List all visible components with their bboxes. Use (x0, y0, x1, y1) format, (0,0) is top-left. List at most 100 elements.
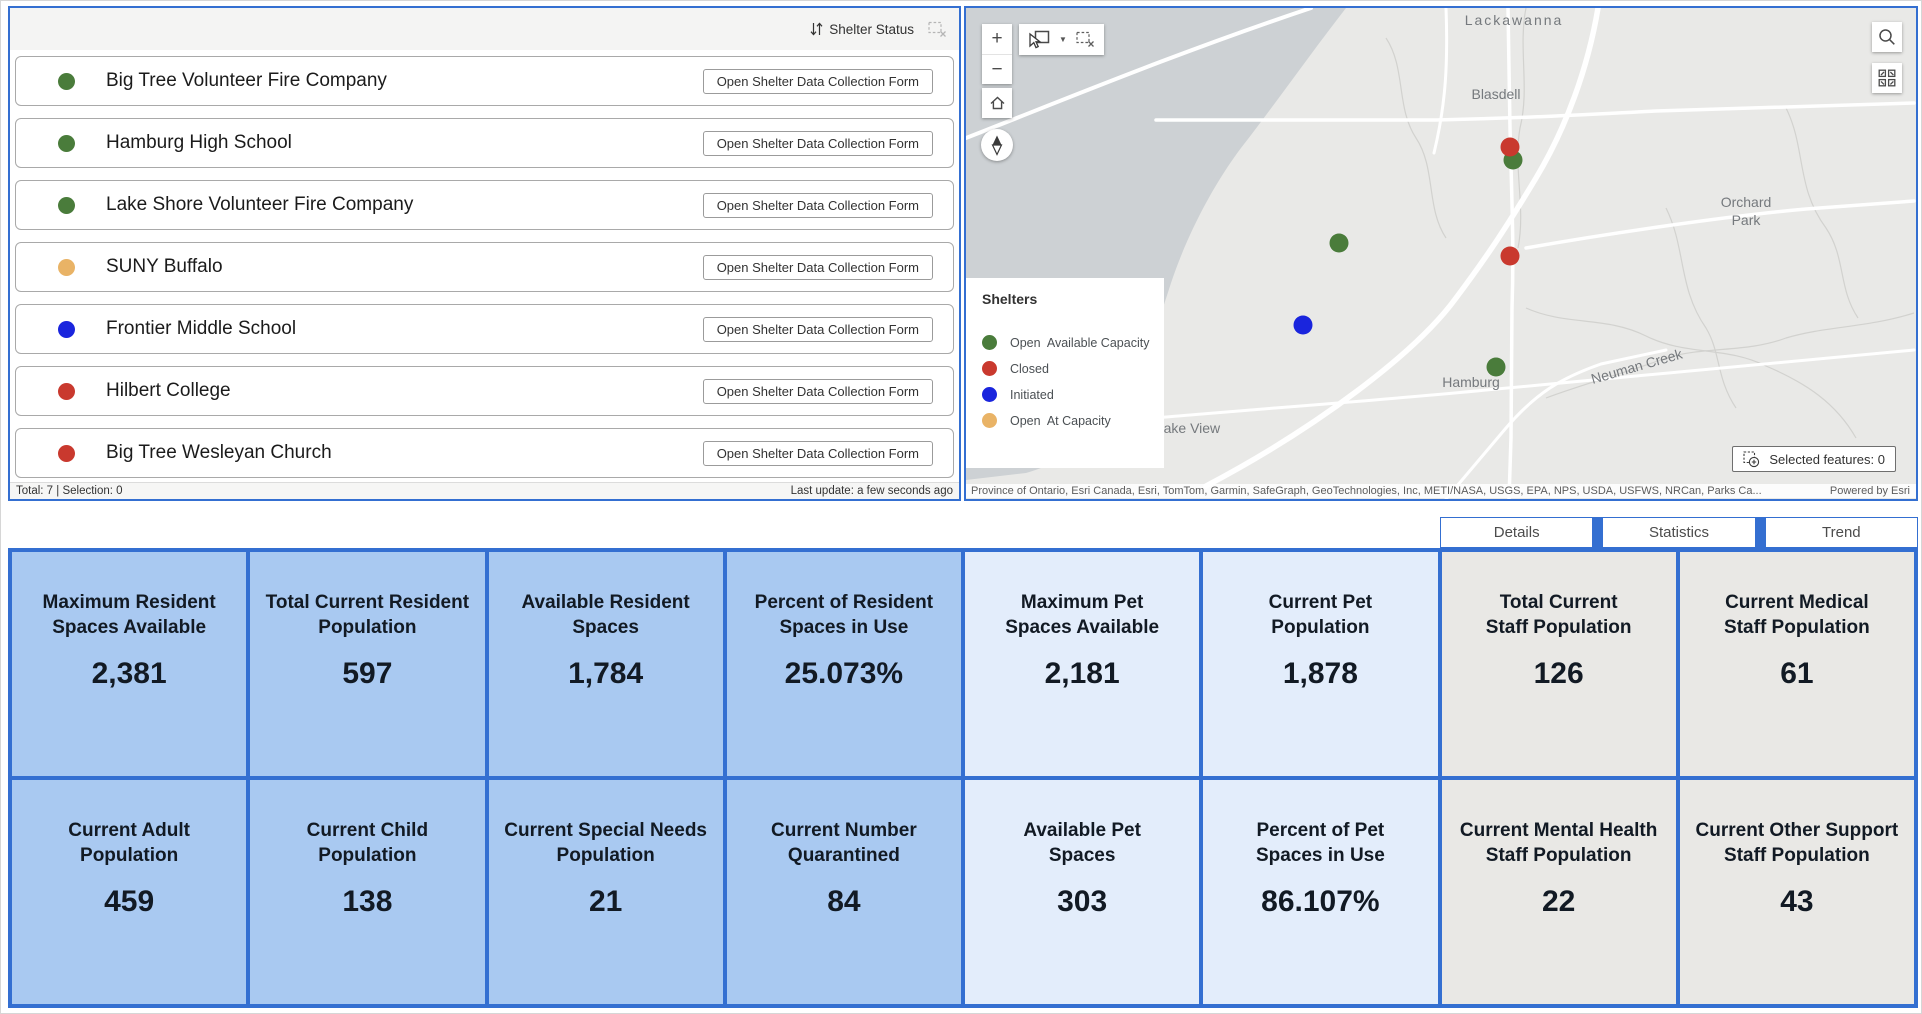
stat-value: 138 (342, 885, 392, 919)
shelter-name: SUNY Buffalo (106, 256, 223, 278)
stat-value: 2,381 (92, 657, 167, 691)
stat-label: Current Adult Population (68, 818, 190, 868)
open-shelter-form-button[interactable]: Open Shelter Data Collection Form (703, 255, 933, 280)
shelter-list-item[interactable]: Lake Shore Volunteer Fire Company Open S… (15, 180, 954, 230)
status-dot (58, 383, 75, 400)
stat-card-adult-population: Current Adult Population 459 (12, 780, 246, 1004)
stat-card-medical-staff-population: Current Medical Staff Population 61 (1680, 552, 1914, 776)
stat-value: 1,878 (1283, 657, 1358, 691)
shelter-list-item[interactable]: Hamburg High School Open Shelter Data Co… (15, 118, 954, 168)
stat-card-available-pet-spaces: Available Pet Spaces 303 (965, 780, 1199, 1004)
stat-label: Percent of Resident Spaces in Use (755, 590, 933, 640)
shelter-name: Hamburg High School (106, 132, 292, 154)
open-shelter-form-button[interactable]: Open Shelter Data Collection Form (703, 69, 933, 94)
stat-label: Current Pet Population (1269, 590, 1372, 640)
stat-card-max-pet-spaces: Maximum Pet Spaces Available 2,181 (965, 552, 1199, 776)
clear-selection-icon[interactable] (928, 21, 947, 38)
map-place-label: Orchard (1721, 194, 1772, 210)
stat-card-max-resident-spaces: Maximum Resident Spaces Available 2,381 (12, 552, 246, 776)
status-dot (58, 445, 75, 462)
home-button[interactable] (982, 88, 1012, 118)
shelter-marker[interactable] (1330, 234, 1349, 253)
shelter-name: Big Tree Wesleyan Church (106, 442, 332, 464)
stat-value: 597 (342, 657, 392, 691)
overview-grid-icon (1878, 69, 1896, 87)
tab-statistics[interactable]: Statistics (1602, 517, 1755, 548)
stat-label: Current Other Support Staff Population (1696, 818, 1899, 868)
stat-card-number-quarantined: Current Number Quarantined 84 (727, 780, 961, 1004)
shelter-marker[interactable] (1487, 358, 1506, 377)
shelter-list-item[interactable]: Frontier Middle School Open Shelter Data… (15, 304, 954, 354)
legend-label: Open At Capacity (1010, 414, 1111, 428)
stat-label: Current Mental Health Staff Population (1460, 818, 1657, 868)
stat-label: Current Child Population (307, 818, 428, 868)
stat-card-child-population: Current Child Population 138 (250, 780, 484, 1004)
stat-card-percent-resident-spaces: Percent of Resident Spaces in Use 25.073… (727, 552, 961, 776)
open-shelter-form-button[interactable]: Open Shelter Data Collection Form (703, 317, 933, 342)
stat-card-other-support-staff: Current Other Support Staff Population 4… (1680, 780, 1914, 1004)
last-update-text: Last update: a few seconds ago (791, 485, 953, 497)
legend-label: Open Available Capacity (1010, 336, 1149, 350)
stat-card-special-needs-population: Current Special Needs Population 21 (489, 780, 723, 1004)
stat-card-current-pet-population: Current Pet Population 1,878 (1203, 552, 1437, 776)
selected-features-label: Selected features: 0 (1769, 452, 1885, 467)
shelter-marker[interactable] (1501, 138, 1520, 157)
zoom-out-button[interactable]: − (982, 54, 1012, 84)
shelter-marker[interactable] (1294, 316, 1313, 335)
open-shelter-form-button[interactable]: Open Shelter Data Collection Form (703, 379, 933, 404)
status-dot (58, 197, 75, 214)
map-search-button[interactable] (1872, 22, 1902, 52)
shelter-list-item[interactable]: Big Tree Volunteer Fire Company Open She… (15, 56, 954, 106)
zoom-control: + − (982, 24, 1012, 84)
map-panel: Lackawanna Blasdell Orchard Park Hamburg… (964, 6, 1918, 501)
stat-value: 2,181 (1045, 657, 1120, 691)
map-place-label: Lake View (1156, 420, 1221, 436)
shelter-name: Hilbert College (106, 380, 231, 402)
shelter-list-panel: Shelter Status Big Tree Volunteer Fire C… (8, 6, 961, 501)
stat-value: 84 (827, 885, 860, 919)
shelter-list-item[interactable]: Hilbert College Open Shelter Data Collec… (15, 366, 954, 416)
shelter-marker[interactable] (1501, 247, 1520, 266)
stat-label: Current Number Quarantined (771, 818, 917, 868)
shelter-name: Frontier Middle School (106, 318, 296, 340)
status-dot (58, 259, 75, 276)
stats-grid: Maximum Resident Spaces Available 2,381 … (8, 548, 1918, 1008)
list-count-summary: Total: 7 | Selection: 0 (16, 485, 123, 497)
open-shelter-form-button[interactable]: Open Shelter Data Collection Form (703, 193, 933, 218)
tab-details[interactable]: Details (1440, 517, 1593, 548)
map-selection-toolbar: ▼ (1019, 24, 1104, 55)
open-shelter-form-button[interactable]: Open Shelter Data Collection Form (703, 441, 933, 466)
legend-item: Open At Capacity (982, 413, 1164, 428)
open-shelter-form-button[interactable]: Open Shelter Data Collection Form (703, 131, 933, 156)
clear-selection-icon[interactable] (1076, 31, 1095, 48)
map-place-label: Blasdell (1471, 86, 1520, 102)
stat-value: 1,784 (568, 657, 643, 691)
legend-item: Open Available Capacity (982, 335, 1164, 350)
sort-control[interactable]: Shelter Status (810, 22, 914, 37)
shelter-name: Lake Shore Volunteer Fire Company (106, 194, 413, 216)
stat-label: Current Special Needs Population (504, 818, 707, 868)
zoom-in-button[interactable]: + (982, 24, 1012, 54)
stat-label: Maximum Resident Spaces Available (43, 590, 216, 640)
select-tool-icon[interactable] (1028, 30, 1050, 49)
status-dot (58, 73, 75, 90)
chevron-down-icon[interactable]: ▼ (1059, 35, 1067, 44)
tab-trend[interactable]: Trend (1765, 517, 1918, 548)
shelter-name: Big Tree Volunteer Fire Company (106, 70, 387, 92)
compass-button[interactable] (981, 129, 1013, 161)
stat-card-mental-health-staff: Current Mental Health Staff Population 2… (1442, 780, 1676, 1004)
stat-label: Maximum Pet Spaces Available (1005, 590, 1159, 640)
attribution-text: Province of Ontario, Esri Canada, Esri, … (966, 484, 1826, 498)
tab-strip: Details Statistics Trend (1440, 517, 1918, 548)
stat-card-total-resident-population: Total Current Resident Population 597 (250, 552, 484, 776)
stat-value: 43 (1780, 885, 1813, 919)
overview-widget-button[interactable] (1872, 63, 1902, 93)
legend-dot (982, 361, 997, 376)
stat-value: 21 (589, 885, 622, 919)
selected-features-badge[interactable]: Selected features: 0 (1732, 446, 1896, 472)
powered-by-esri-link[interactable]: Powered by Esri (1826, 484, 1916, 498)
stat-value: 86.107% (1261, 885, 1379, 919)
status-dot (58, 321, 75, 338)
shelter-list-item[interactable]: Big Tree Wesleyan Church Open Shelter Da… (15, 428, 954, 478)
shelter-list-item[interactable]: SUNY Buffalo Open Shelter Data Collectio… (15, 242, 954, 292)
